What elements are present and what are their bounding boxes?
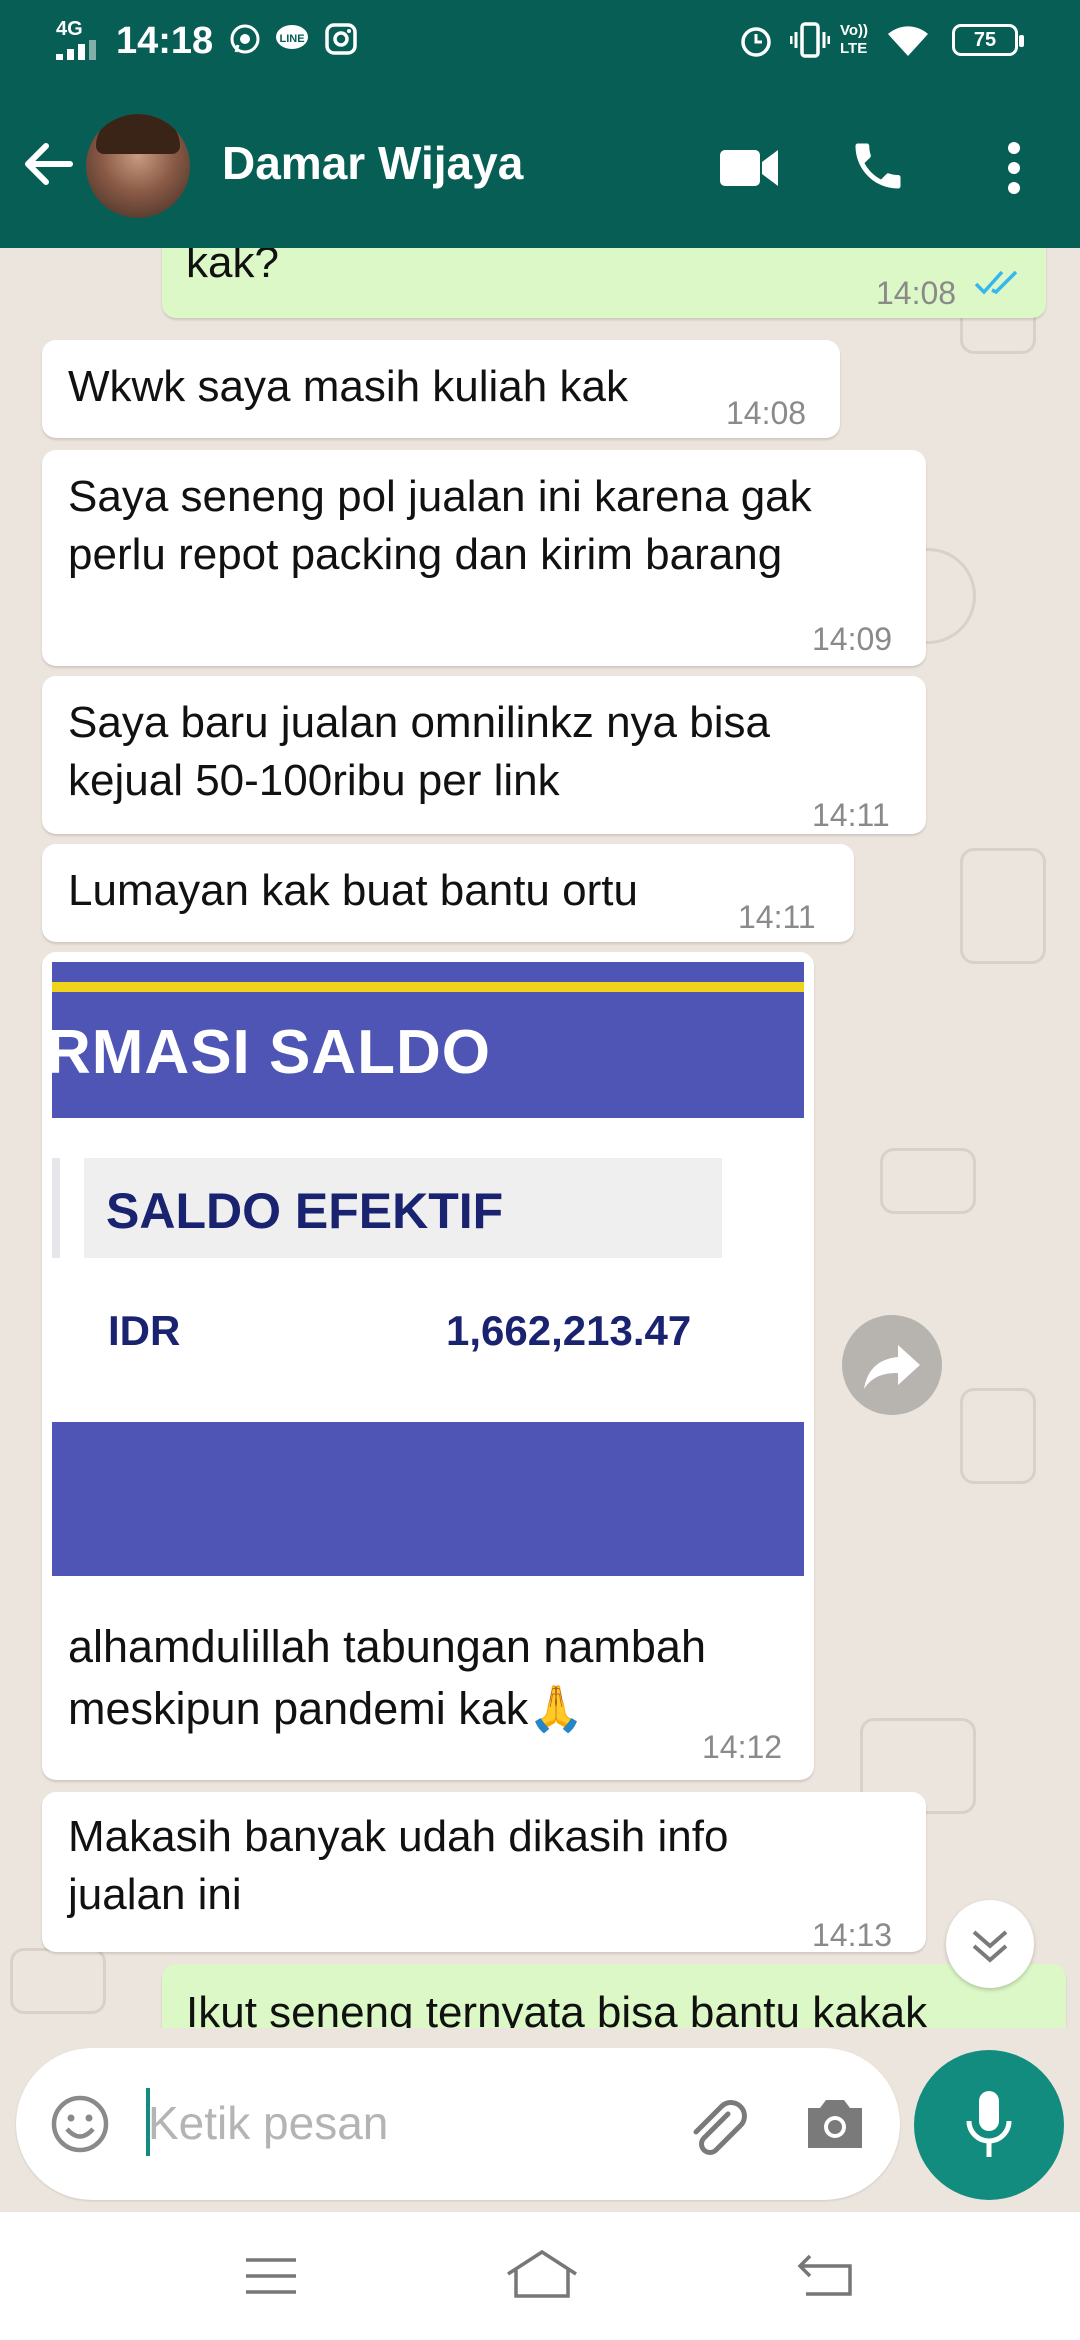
double-check-read-icon — [974, 270, 1018, 295]
forward-icon — [864, 1345, 920, 1389]
message-bubble-incoming[interactable]: Saya seneng pol jualan ini karena gak pe… — [42, 450, 926, 666]
message-text: Saya seneng pol jualan ini karena gak pe… — [68, 468, 812, 584]
battery-level: 75 — [973, 29, 997, 51]
wallpaper-doodle — [960, 1388, 1036, 1484]
message-time: 14:12 — [702, 1729, 783, 1765]
message-text: alhamdulillah tabungan nambah meskipun p… — [68, 1616, 706, 1740]
message-bubble-outgoing[interactable]: kak? 14:08 — [162, 248, 1046, 318]
message-line: kejual 50-100ribu per link — [68, 756, 560, 805]
double-chevron-down-icon — [972, 1930, 1008, 1963]
mic-button[interactable] — [914, 2050, 1064, 2200]
message-line: Saya seneng pol jualan ini karena gak — [68, 472, 812, 521]
status-time: 14:18 — [116, 20, 214, 62]
balance-screenshot-image[interactable]: RMASI SALDO SALDO EFEKTIF IDR 1,662,213.… — [52, 962, 804, 1576]
message-line: perlu repot packing dan kirim barang — [68, 530, 783, 579]
message-line: alhamdulillah tabungan nambah — [68, 1621, 706, 1672]
image-left-rule — [52, 1158, 60, 1258]
image-box-label: SALDO EFEKTIF — [106, 1183, 504, 1239]
message-time: 14:11 — [812, 797, 890, 833]
contact-name[interactable]: Damar Wijaya — [222, 136, 523, 190]
message-line: meskipun pandemi kak🙏 — [68, 1683, 585, 1734]
message-bubble-incoming[interactable]: Wkwk saya masih kuliah kak 14:08 — [42, 340, 840, 438]
chat-area[interactable]: kak? 14:08 Wkwk saya masih kuliah kak 14… — [0, 248, 1080, 2028]
alarm-icon — [741, 27, 771, 57]
image-yellow-stripe — [52, 982, 804, 992]
message-text: Makasih banyak udah dikasih info jualan … — [68, 1808, 728, 1924]
wallpaper-doodle — [10, 1948, 106, 2014]
message-line: Saya baru jualan omnilinkz nya bisa — [68, 698, 770, 747]
menu-nav-icon[interactable] — [244, 2256, 298, 2296]
wifi-icon — [888, 26, 928, 56]
wallpaper-doodle — [960, 848, 1046, 964]
mic-icon — [966, 2091, 1012, 2157]
message-time: 14:09 — [812, 621, 893, 657]
message-bubble-incoming[interactable]: Saya baru jualan omnilinkz nya bisa keju… — [42, 676, 926, 834]
back-arrow-icon[interactable] — [20, 136, 76, 192]
message-bubble-incoming[interactable]: Makasih banyak udah dikasih info jualan … — [42, 1792, 926, 1953]
line-icon: LINE — [276, 25, 308, 49]
video-call-icon[interactable] — [718, 146, 780, 190]
image-label-box: SALDO EFEKTIF — [84, 1158, 722, 1258]
message-text: Saya baru jualan omnilinkz nya bisa keju… — [68, 694, 770, 810]
wallpaper-doodle — [880, 1148, 976, 1214]
signal-icon — [56, 40, 100, 60]
back-nav-icon[interactable] — [796, 2252, 856, 2298]
image-heading: RMASI SALDO — [52, 1018, 491, 1087]
message-text: Wkwk saya masih kuliah kak — [68, 362, 628, 411]
message-time: 14:11 — [738, 899, 816, 935]
emoji-icon[interactable] — [50, 2094, 110, 2154]
volte-label: Vo)) LTE — [840, 22, 869, 57]
vibrate-icon — [790, 22, 830, 58]
message-bubble-incoming[interactable]: Lumayan kak buat bantu ortu 14:11 — [42, 844, 854, 942]
message-text: Ikut seneng ternyata bisa bantu kakak — [186, 1988, 928, 2028]
attach-icon[interactable] — [682, 2092, 750, 2160]
message-text: kak? — [186, 248, 279, 287]
chat-header: Damar Wijaya — [0, 84, 1080, 248]
message-input[interactable]: Ketik pesan — [148, 2096, 388, 2150]
message-line: Makasih banyak udah dikasih info — [68, 1812, 729, 1861]
message-line: jualan ini — [68, 1870, 242, 1919]
status-bar: 4G 14:18 LINE Vo)) LTE 75 — [0, 0, 1080, 84]
system-nav-bar — [0, 2212, 1080, 2340]
message-input-bar[interactable]: Ketik pesan — [16, 2048, 900, 2200]
message-time: 14:13 — [812, 1917, 893, 1953]
message-bubble-outgoing[interactable]: Ikut seneng ternyata bisa bantu kakak — [162, 1964, 1066, 2028]
forward-button[interactable] — [842, 1315, 942, 1415]
message-time: 14:08 — [726, 395, 807, 431]
image-currency: IDR — [108, 1307, 181, 1354]
home-nav-icon[interactable] — [504, 2248, 580, 2300]
whatsapp-icon — [230, 24, 260, 54]
avatar[interactable] — [86, 114, 190, 218]
more-options-icon[interactable] — [1004, 140, 1024, 196]
message-text: Lumayan kak buat bantu ortu — [68, 866, 638, 915]
camera-icon[interactable] — [802, 2094, 868, 2154]
svg-text:LINE: LINE — [279, 33, 304, 45]
image-bottom-band — [52, 1422, 804, 1576]
image-amount: 1,662,213.47 — [446, 1307, 692, 1354]
message-time: 14:08 — [876, 275, 957, 311]
instagram-icon — [325, 23, 357, 55]
image-header-band: RMASI SALDO — [52, 992, 804, 1118]
message-bubble-image[interactable]: RMASI SALDO SALDO EFEKTIF IDR 1,662,213.… — [42, 952, 814, 1780]
battery-icon: 75 — [952, 24, 1024, 56]
network-type: 4G — [56, 18, 83, 40]
scroll-to-bottom-button[interactable] — [946, 1900, 1034, 1988]
phone-call-icon[interactable] — [848, 136, 908, 196]
